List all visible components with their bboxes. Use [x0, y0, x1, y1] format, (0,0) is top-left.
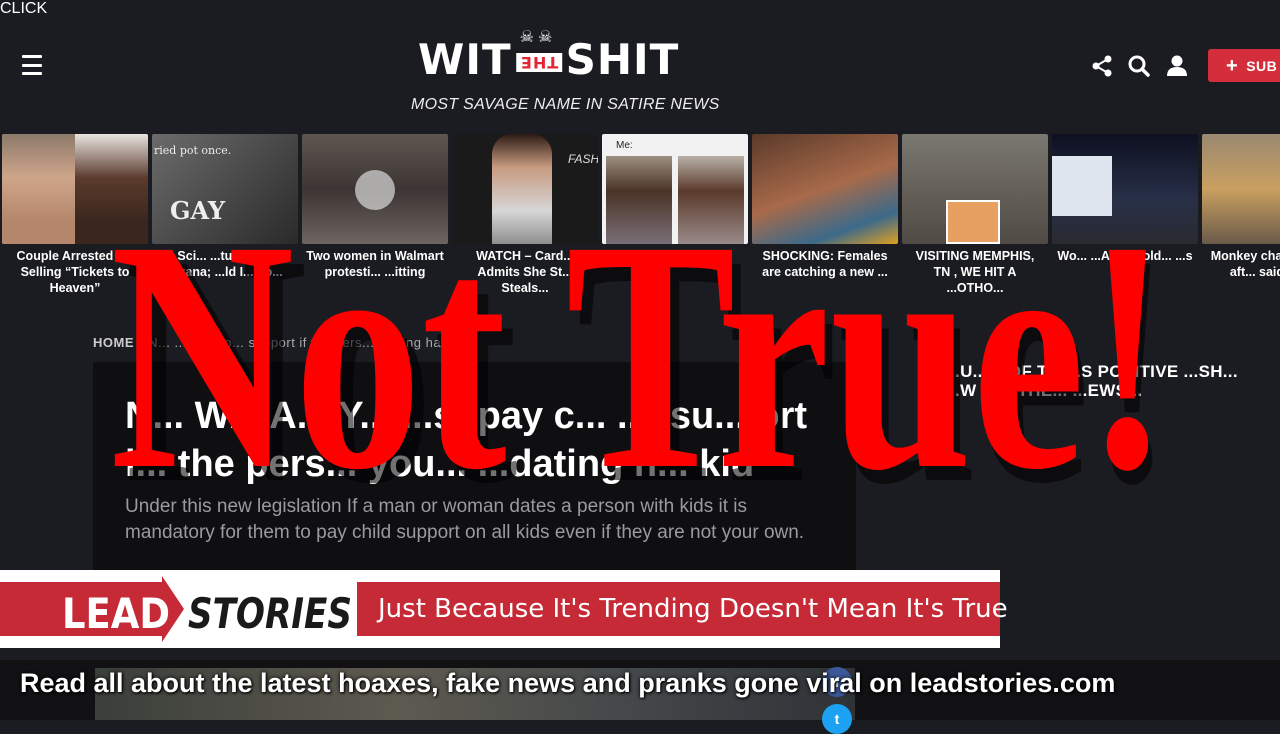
share-icon[interactable]: [1090, 54, 1114, 78]
trending-card[interactable]: ried pot once. GAY ... Sci... ...tudy ..…: [152, 134, 298, 280]
card-title: Wo... ...After Hold... ...s at: [1057, 249, 1193, 279]
card-thumbnail: ried pot once. GAY: [152, 134, 298, 244]
trending-card[interactable]: Me: ...ing to ...n to ...o: [602, 134, 748, 264]
site-header: WIT ☠☠ THE SHIT CLICK MOST SAVAGE NAME I…: [0, 0, 1280, 130]
article-headline: N... W... A... Y... ...st pay c... ...l …: [125, 395, 808, 485]
logo-click-text: CLICK: [0, 0, 48, 17]
card-title: VISITING MEMPHIS, TN , WE HIT A ...OTHO.…: [915, 249, 1035, 295]
site-logo[interactable]: WIT ☠☠ THE SHIT: [418, 27, 680, 84]
subscribe-button[interactable]: + SUB: [1208, 49, 1280, 82]
card-title: Two women in Walmart protesti... ...itti…: [306, 249, 444, 279]
card-title: ... Sci... ...tudy ...gest ...uana; ...l…: [163, 249, 287, 279]
breadcrumb: HOME N... ...V: ...t p... support if the…: [93, 335, 453, 350]
trending-card[interactable]: Monkey cha... assault aft... said “Da...: [1202, 134, 1280, 280]
card-thumbnail: [2, 134, 148, 244]
card-thumbnail: [1202, 134, 1280, 244]
trending-card[interactable]: FASHI WATCH – Card... Admits She St... S…: [452, 134, 598, 296]
card-title: WATCH – Card... Admits She St... Steals.…: [476, 249, 574, 295]
thumb-caption: ried pot once.: [154, 144, 232, 157]
logo-text-left: WIT: [418, 34, 512, 84]
article-summary: Under this new legislation If a man or w…: [125, 496, 805, 543]
card-title: Monkey cha... assault aft... said “Da...: [1210, 249, 1280, 279]
card-thumbnail: [1052, 134, 1198, 244]
thumb-caption: Me:: [616, 140, 633, 151]
logo-stories-text: STORIES: [188, 589, 352, 638]
card-thumbnail: Me:: [602, 134, 748, 244]
card-title: ...ing to ...n to ...o: [623, 249, 727, 263]
breadcrumb-current: N... ...V: ...t p... support if the pers…: [148, 335, 454, 350]
lead-stories-logo[interactable]: LEAD STORIES: [52, 576, 357, 642]
trending-card[interactable]: Wo... ...After Hold... ...s at: [1052, 134, 1198, 280]
site-tagline: MOST SAVAGE NAME IN SATIRE NEWS: [411, 96, 720, 113]
skull-icon: ☠☠: [519, 27, 557, 46]
plus-icon: +: [1226, 54, 1239, 77]
trending-card[interactable]: VISITING MEMPHIS, TN , WE HIT A ...OTHO.…: [902, 134, 1048, 296]
card-title: Couple Arrested for Selling “Tickets to …: [16, 249, 134, 295]
lead-stories-banner: LEAD STORIES Just Because It's Trending …: [0, 570, 1008, 648]
trending-strip: Couple Arrested for Selling “Tickets to …: [0, 134, 1280, 304]
logo-text-mid: THE: [515, 53, 562, 72]
logo-text-right: SHIT: [565, 34, 680, 84]
banner-tagline: Just Because It's Trending Doesn't Mean …: [378, 594, 1008, 624]
sidebar-heading: ...U... ...OF T... ...S POSITIVE ...SH..…: [945, 362, 1238, 400]
article-header: N... W... A... Y... ...st pay c... ...l …: [93, 362, 856, 592]
subscribe-label: SUB: [1246, 57, 1278, 74]
twitter-icon[interactable]: t: [822, 704, 852, 734]
search-icon[interactable]: [1127, 54, 1151, 78]
card-thumbnail: FASHI: [452, 134, 598, 244]
user-icon[interactable]: [1165, 54, 1189, 78]
logo-lead-text: LEAD: [62, 589, 170, 638]
trending-card[interactable]: Two women in Walmart protesti... ...itti…: [302, 134, 448, 280]
menu-icon[interactable]: [22, 55, 42, 75]
card-title: SHOCKING: Females are catching a new ...: [762, 249, 888, 279]
bottom-caption: Read all about the latest hoaxes, fake n…: [20, 668, 1116, 698]
card-thumbnail: [752, 134, 898, 244]
trending-card[interactable]: Couple Arrested for Selling “Tickets to …: [2, 134, 148, 296]
thumb-caption: FASHI: [568, 152, 598, 166]
thumb-caption: GAY: [170, 196, 226, 225]
card-thumbnail: [302, 134, 448, 244]
trending-card[interactable]: SHOCKING: Females are catching a new ...: [752, 134, 898, 280]
logo-emblem: ☠☠ THE: [514, 27, 564, 79]
play-icon[interactable]: [355, 170, 395, 210]
card-thumbnail: [902, 134, 1048, 244]
breadcrumb-home-link[interactable]: HOME: [93, 335, 134, 350]
